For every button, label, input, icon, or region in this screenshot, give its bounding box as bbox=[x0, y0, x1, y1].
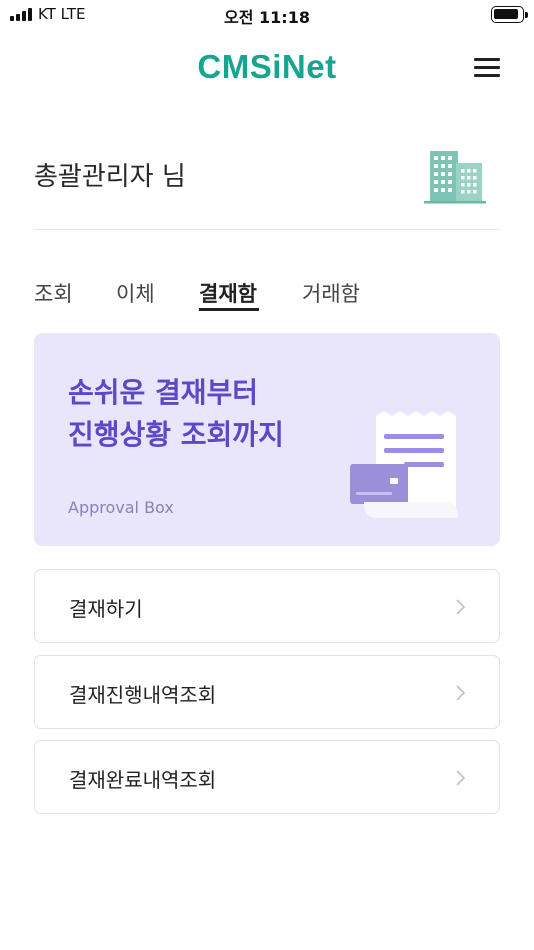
banner-title-line2: 진행상황 조회까지 bbox=[68, 418, 284, 451]
banner-title-line1: 손쉬운 결재부터 bbox=[68, 376, 259, 409]
active-tab-indicator bbox=[199, 308, 259, 311]
chevron-right-icon bbox=[456, 770, 466, 786]
list-item-label: 결재하기 bbox=[69, 597, 143, 621]
list-item-approval-progress[interactable]: 결재진행내역조회 bbox=[34, 655, 500, 729]
app-header: CMSiNet bbox=[0, 40, 534, 96]
divider bbox=[34, 229, 500, 230]
tab-transfer[interactable]: 이체 bbox=[116, 278, 155, 308]
chevron-right-icon bbox=[456, 599, 466, 615]
list-item-approval-completed[interactable]: 결재완료내역조회 bbox=[34, 740, 500, 814]
receipt-and-card-icon bbox=[350, 411, 458, 518]
battery-icon bbox=[491, 6, 528, 23]
tab-inquiry[interactable]: 조회 bbox=[34, 278, 73, 308]
tab-approval-box[interactable]: 결재함 bbox=[199, 278, 257, 308]
status-bar: KT LTE 오전 11:18 bbox=[0, 0, 534, 30]
list-item-label: 결재진행내역조회 bbox=[69, 683, 217, 707]
tab-transaction-box[interactable]: 거래함 bbox=[302, 278, 360, 308]
building-icon bbox=[424, 151, 486, 204]
app-logo[interactable]: CMSiNet bbox=[0, 48, 534, 86]
chevron-right-icon bbox=[456, 685, 466, 701]
user-greeting: 총괄관리자 님 bbox=[34, 162, 186, 192]
banner-subtitle: Approval Box bbox=[68, 498, 174, 517]
hamburger-menu-icon[interactable] bbox=[472, 56, 502, 78]
approval-banner[interactable]: 손쉬운 결재부터 진행상황 조회까지 Approval Box bbox=[34, 333, 500, 546]
list-item-approve[interactable]: 결재하기 bbox=[34, 569, 500, 643]
status-time: 오전 11:18 bbox=[224, 8, 310, 27]
list-item-label: 결재완료내역조회 bbox=[69, 768, 217, 792]
